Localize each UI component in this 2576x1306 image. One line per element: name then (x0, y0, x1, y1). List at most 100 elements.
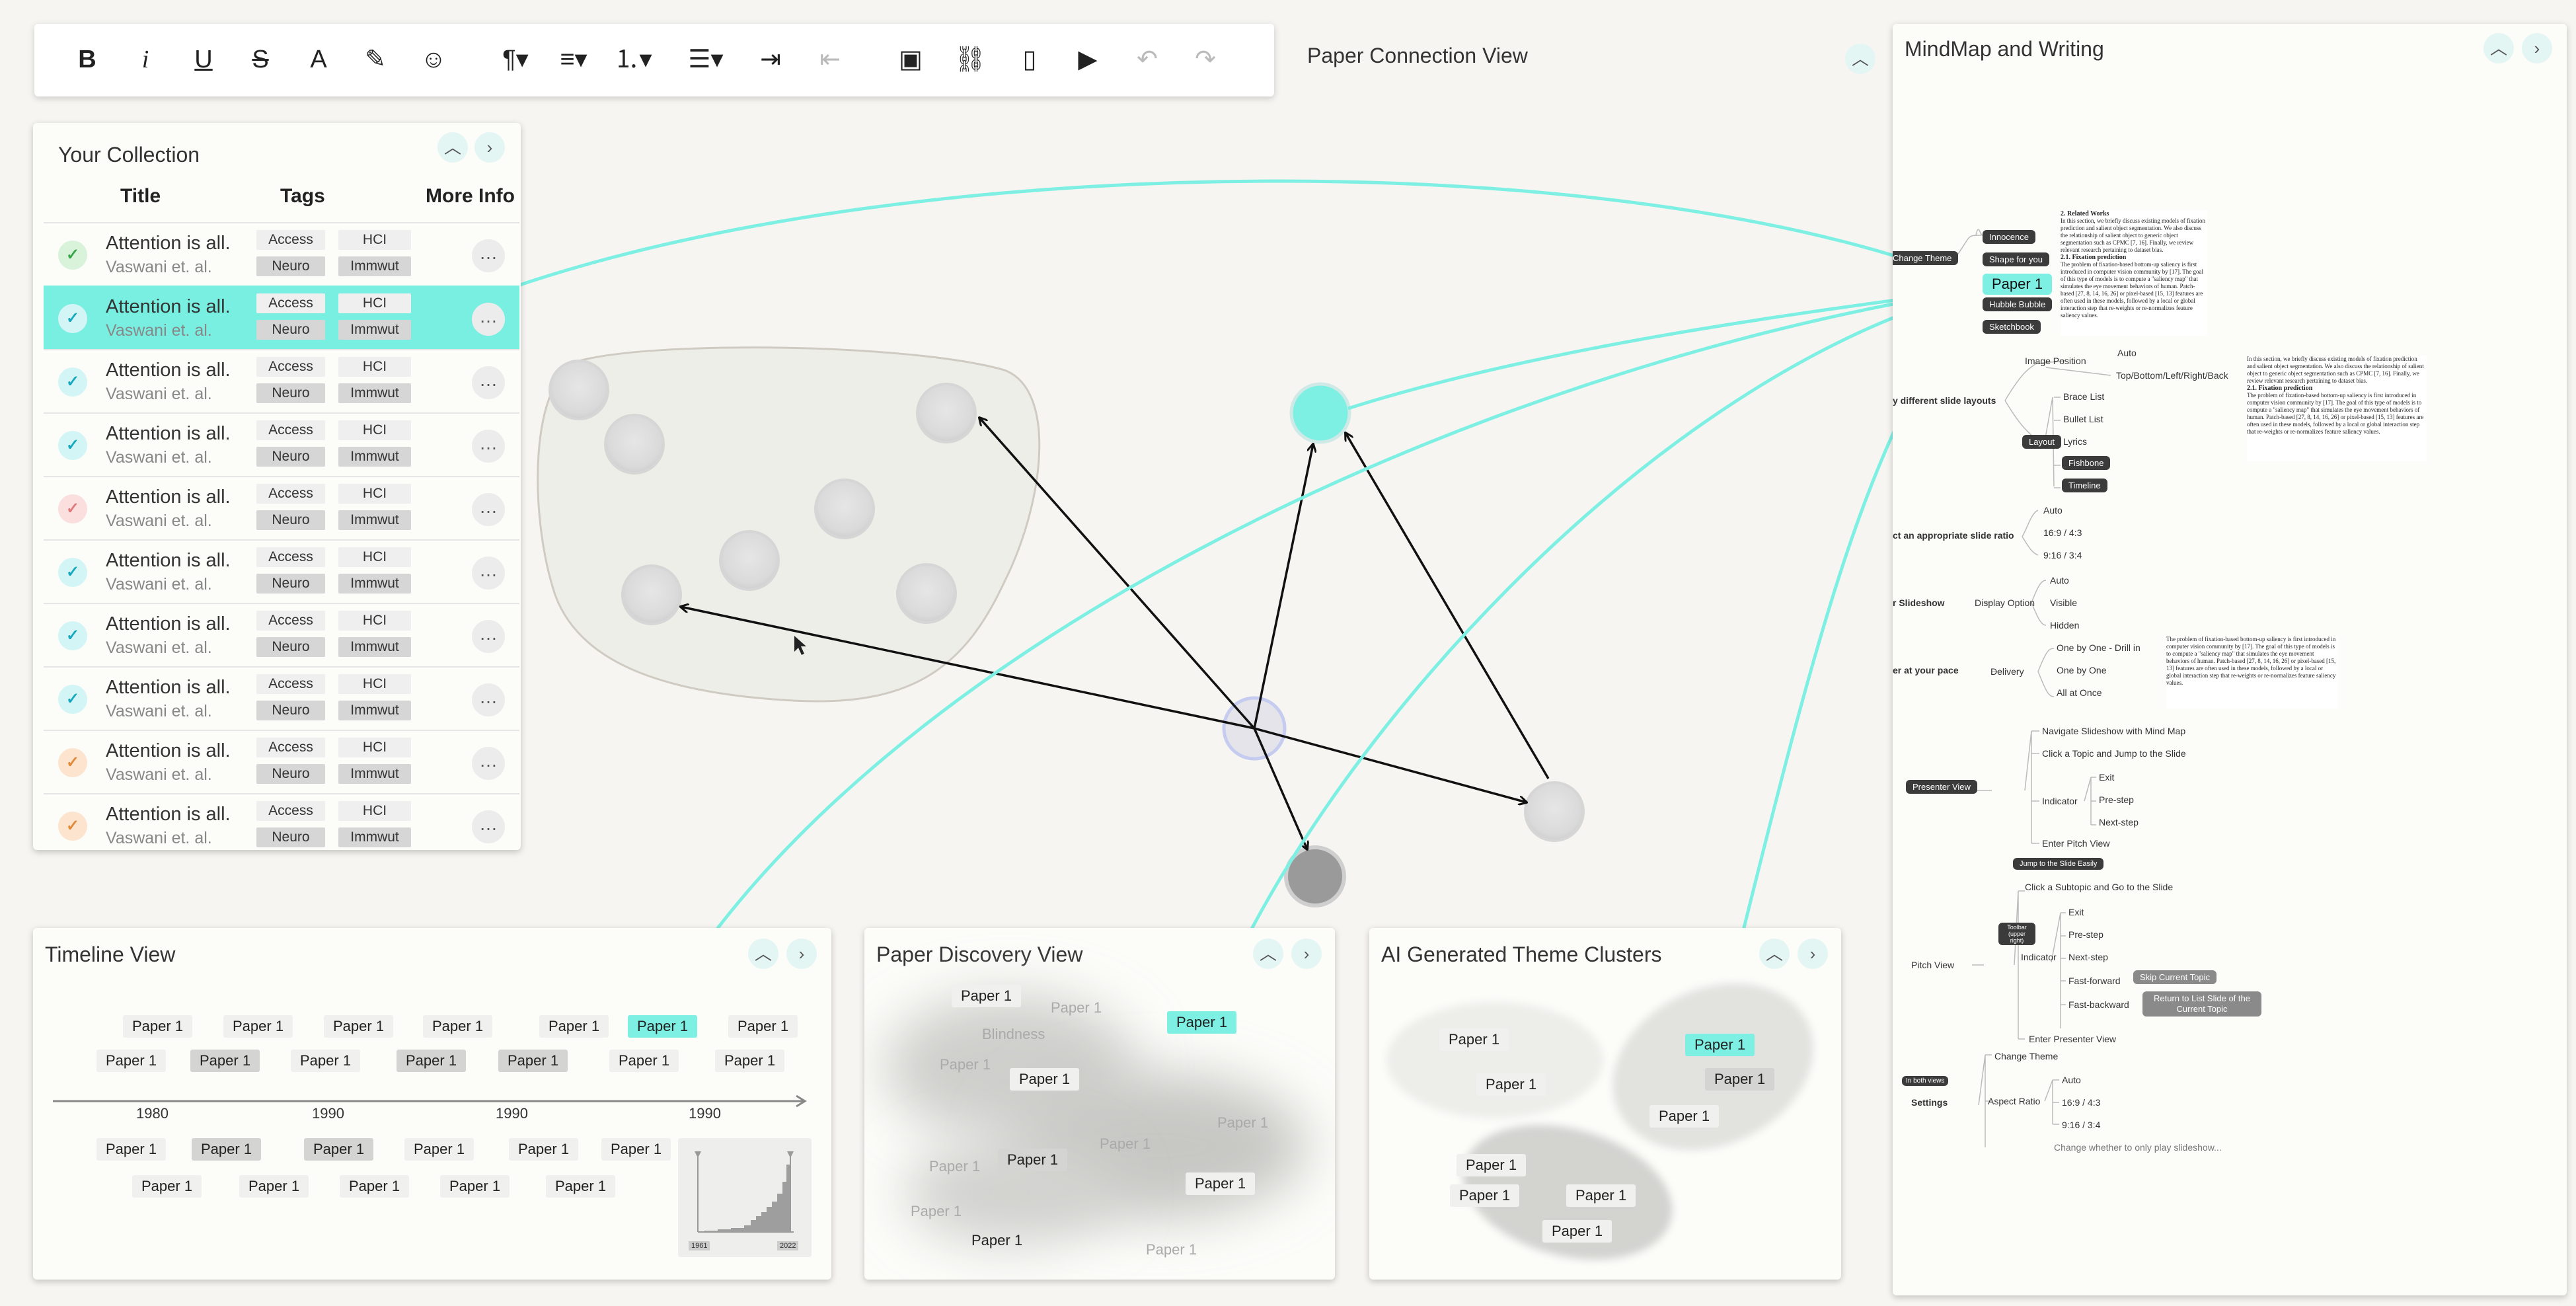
mm-exit2[interactable]: Exit (2068, 907, 2084, 917)
mm-indicator2[interactable]: Indicator (2021, 952, 2057, 962)
tag-chip[interactable]: Immwut (338, 764, 411, 784)
link-icon[interactable]: ⛓ (953, 40, 987, 79)
mm-skip[interactable]: Skip Current Topic (2133, 970, 2216, 984)
timeline-paper-chip[interactable]: Paper 1 (423, 1015, 493, 1038)
more-info-button[interactable]: … (472, 683, 505, 716)
tag-chip[interactable]: HCI (338, 357, 411, 377)
discovery-paper-chip[interactable]: Paper 1 (952, 985, 1022, 1007)
timeline-paper-chip[interactable]: Paper 1 (404, 1138, 474, 1161)
expand-collection-button[interactable]: › (474, 132, 505, 163)
timeline-paper-chip[interactable]: Paper 1 (728, 1015, 798, 1038)
mm-brace-list[interactable]: Brace List (2063, 391, 2104, 402)
theme-sketchbook-button[interactable]: Sketchbook (1983, 320, 2041, 334)
tag-chip[interactable]: Access (256, 674, 325, 694)
mm-ff[interactable]: Fast-forward (2068, 976, 2121, 986)
paper-title[interactable]: Attention is all. (106, 677, 231, 699)
image-icon[interactable]: ▣ (893, 40, 928, 79)
checkmark-icon[interactable]: ✓ (58, 558, 87, 587)
mm-presenter[interactable]: Presenter View (1906, 780, 1977, 794)
mm-exit[interactable]: Exit (2099, 772, 2114, 783)
paper-title[interactable]: Attention is all. (106, 804, 231, 826)
tag-chip[interactable]: Immwut (338, 701, 411, 720)
paper-title[interactable]: Attention is all. (106, 423, 231, 445)
more-info-button[interactable]: … (472, 366, 505, 399)
tag-chip[interactable]: Immwut (338, 320, 411, 340)
discovery-paper-chip[interactable]: Paper 1 (1090, 1133, 1160, 1155)
timeline-paper-chip[interactable]: Paper 1 (132, 1175, 202, 1198)
discovery-paper-chip[interactable]: Paper 1 (1208, 1112, 1277, 1134)
mm-prestep[interactable]: Pre-step (2099, 794, 2134, 805)
tag-chip[interactable]: Access (256, 420, 325, 440)
collection-row[interactable]: ✓ Attention is all. Vaswani et. al. Access H… (44, 222, 519, 287)
tag-chip[interactable]: Neuro (256, 510, 325, 530)
timeline-paper-chip[interactable]: Paper 1 (539, 1015, 609, 1038)
checkmark-icon[interactable]: ✓ (58, 812, 87, 841)
checkmark-icon[interactable]: ✓ (58, 685, 87, 714)
mm-lyrics[interactable]: Lyrics (2063, 436, 2087, 447)
theme-paper-chip[interactable]: Paper 1 (1685, 1034, 1755, 1056)
mm-ratio-916[interactable]: 9:16 / 3:4 (2043, 550, 2082, 560)
outdent-icon[interactable]: ⇤ (813, 40, 847, 79)
timeline-paper-chip[interactable]: Paper 1 (440, 1175, 510, 1198)
collapse-timeline-button[interactable]: ︿ (748, 939, 778, 969)
tag-chip[interactable]: HCI (338, 674, 411, 694)
timeline-paper-chip[interactable]: Paper 1 (96, 1138, 167, 1161)
theme-paper-chip[interactable]: Paper 1 (1542, 1220, 1612, 1243)
mm-all-once[interactable]: All at Once (2057, 687, 2102, 698)
discovery-paper-chip[interactable]: Paper 1 (998, 1149, 1068, 1171)
tag-chip[interactable]: Immwut (338, 256, 411, 276)
mm-delivery[interactable]: Delivery (1990, 666, 2024, 677)
tag-chip[interactable]: HCI (338, 484, 411, 504)
mm-enter-presenter[interactable]: Enter Presenter View (2029, 1034, 2116, 1044)
mm-navigate[interactable]: Navigate Slideshow with Mind Map (2042, 726, 2185, 736)
discovery-paper-chip[interactable]: Paper 1 (920, 1155, 989, 1178)
discovery-paper-chip[interactable]: Paper 1 (1010, 1068, 1080, 1091)
timeline-paper-chip[interactable]: Paper 1 (340, 1175, 410, 1198)
collapse-collection-button[interactable]: ︿ (437, 132, 468, 163)
mm-a-169[interactable]: 16:9 / 4:3 (2062, 1097, 2100, 1108)
mm-ratio-auto[interactable]: Auto (2043, 505, 2063, 516)
mm-image-position[interactable]: Image Position (2025, 356, 2086, 366)
tag-chip[interactable]: Access (256, 357, 325, 377)
timeline-paper-chip[interactable]: Paper 1 (190, 1050, 260, 1072)
paper-title[interactable]: Attention is all. (106, 233, 231, 254)
paper-title[interactable]: Attention is all. (106, 296, 231, 318)
tag-chip[interactable]: Neuro (256, 574, 325, 594)
change-theme-node[interactable]: Change Theme (1893, 251, 1959, 265)
mm-tblr[interactable]: Top/Bottom/Left/Right/Back (2116, 370, 2228, 381)
mm-prestep2[interactable]: Pre-step (2068, 929, 2103, 940)
mindmap-paper-node[interactable]: Paper 1 (1983, 274, 2053, 295)
mm-pitch[interactable]: Pitch View (1911, 960, 1954, 970)
tag-chip[interactable]: Immwut (338, 637, 411, 657)
tag-chip[interactable]: HCI (338, 738, 411, 757)
more-info-button[interactable]: … (472, 747, 505, 780)
timeline-paper-chip[interactable]: Paper 1 (192, 1138, 262, 1161)
timeline-paper-chip[interactable]: Paper 1 (498, 1050, 568, 1072)
tag-chip[interactable]: Access (256, 738, 325, 757)
mm-aspect[interactable]: Aspect Ratio (1988, 1096, 2040, 1106)
tag-chip[interactable]: Immwut (338, 827, 411, 847)
tag-chip[interactable]: Access (256, 230, 325, 250)
more-info-button[interactable]: … (472, 493, 505, 526)
mm-one-one[interactable]: One by One (2057, 665, 2107, 675)
mm-display-option[interactable]: Display Option (1975, 597, 2035, 608)
timeline-paper-chip[interactable]: Paper 1 (509, 1138, 579, 1161)
theme-hubble-button[interactable]: Hubble Bubble (1983, 297, 2053, 311)
timeline-paper-chip[interactable]: Paper 1 (397, 1050, 467, 1072)
collection-row[interactable]: ✓ Attention is all. Vaswani et. al. Access H… (44, 349, 519, 414)
timeline-paper-chip[interactable]: Paper 1 (223, 1015, 293, 1038)
tag-chip[interactable]: HCI (338, 293, 411, 313)
mm-auto[interactable]: Auto (2117, 348, 2137, 358)
tag-chip[interactable]: Access (256, 547, 325, 567)
timeline-paper-chip[interactable]: Paper 1 (123, 1015, 193, 1038)
discovery-paper-chip[interactable]: Paper 1 (962, 1229, 1032, 1252)
mm-ratio[interactable]: ct an appropriate slide ratio (1893, 530, 2014, 541)
checkmark-icon[interactable]: ✓ (58, 494, 87, 523)
underline-icon[interactable]: U (186, 40, 221, 79)
collapse-connection-button[interactable]: ︿ (1845, 44, 1875, 74)
timeline-paper-chip[interactable]: Paper 1 (291, 1050, 361, 1072)
numbered-list-icon[interactable]: ⒈▾ (609, 40, 657, 79)
mm-nextstep[interactable]: Next-step (2099, 817, 2139, 827)
checkmark-icon[interactable]: ✓ (58, 367, 87, 397)
paper-title[interactable]: Attention is all. (106, 550, 231, 572)
